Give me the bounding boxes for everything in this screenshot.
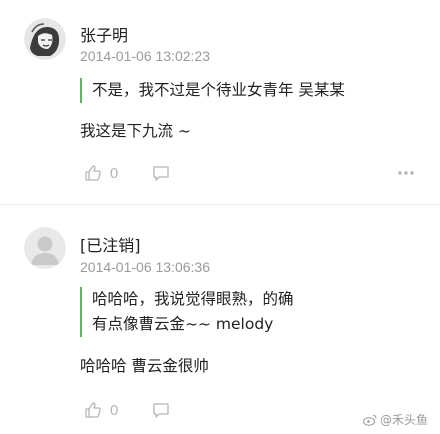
divider [0,204,440,205]
reply-button[interactable] [152,401,170,419]
comment-text: 我这是下九流 ~ [80,122,191,140]
comment-time: 2014-01-06 13:06:36 [80,259,210,275]
quoted-reply: 不是，我不过是个待业女青年 吴某某 [80,78,422,103]
comment-author[interactable]: [已注销] [80,232,141,256]
watermark: @禾头鱼 [362,411,428,428]
quoted-reply: 哈哈哈，我说觉得眼熟，的确有点像曹云金~~ melody [80,287,302,337]
weibo-logo-icon [362,414,377,426]
comment-time: 2014-01-06 13:02:23 [80,48,210,64]
avatar[interactable] [24,227,66,269]
default-avatar-icon [24,227,66,269]
comment-item: [已注销] 2014-01-06 13:06:36 哈哈哈，我说觉得眼熟，的确有… [0,215,440,434]
comment-icon [152,164,170,182]
comment-text: 哈哈哈 曹云金很帅 [80,357,209,375]
avatar[interactable] [24,18,66,60]
more-button[interactable] [396,164,416,182]
thumbs-up-icon [84,401,102,419]
like-button[interactable]: 0 [84,401,118,419]
watermark-text: @禾头鱼 [379,413,428,427]
sketch-avatar-icon [24,18,66,60]
more-icon [396,164,416,182]
comment-author[interactable]: 张子明 [80,22,128,46]
thumbs-up-icon [84,164,102,182]
comment-icon [152,401,170,419]
like-count: 0 [110,401,119,419]
comment-item: 张子明 2014-01-06 13:02:23 不是，我不过是个待业女青年 吴某… [0,0,440,215]
like-count: 0 [110,164,119,182]
reply-button[interactable] [152,164,170,182]
like-button[interactable]: 0 [84,164,118,182]
